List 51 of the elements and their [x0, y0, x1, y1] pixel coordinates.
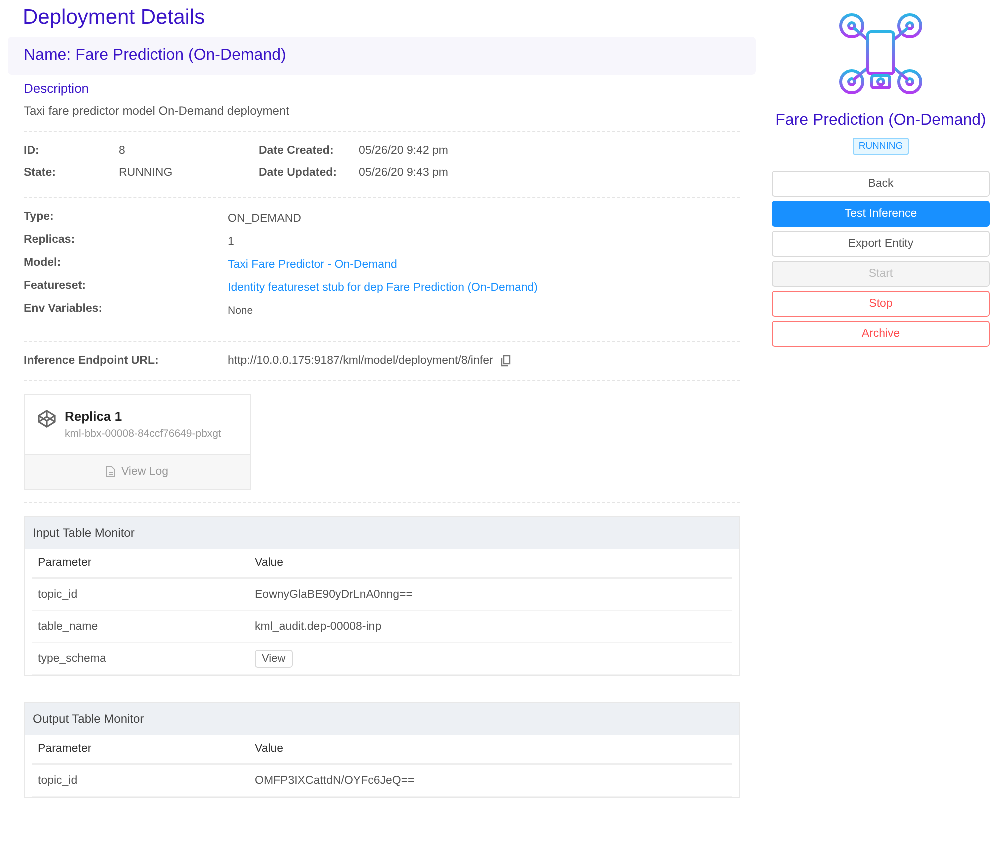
action-button[interactable]: Test Inference: [772, 201, 990, 227]
field-label: Featureset:: [24, 280, 87, 294]
action-button[interactable]: Archive: [772, 321, 990, 347]
action-button[interactable]: Export Entity: [772, 231, 990, 257]
field-label: State:: [24, 167, 57, 179]
deployment-title: Fare Prediction (On-Demand): [776, 112, 986, 130]
field-label: Model:: [24, 257, 62, 271]
replica-title: Replica 1: [65, 409, 124, 424]
column-header: Value: [249, 549, 732, 578]
endpoint-url: http://10.0.0.175:9187/kml/model/deployment/8/infer: [228, 355, 494, 367]
action-button[interactable]: Back: [772, 171, 990, 197]
page-title: Deployment Details: [22, 5, 206, 31]
monitor-title: Input Table Monitor: [25, 517, 739, 549]
field-label: Inference Endpoint URL:: [24, 355, 160, 367]
file-icon: [106, 466, 116, 478]
field-label: Replicas:: [24, 234, 76, 248]
pod-name: kml-bbx-00008-84ccf76649-pbxgt: [65, 428, 222, 440]
field-label: Date Created:: [259, 145, 335, 157]
field-value: 8: [119, 145, 126, 157]
field-label: Env Variables:: [24, 303, 104, 317]
field-value: 05/26/20 9:43 pm: [359, 167, 450, 179]
copy-icon[interactable]: [501, 355, 512, 367]
field-label: ID:: [24, 145, 40, 157]
field-value: RUNNING: [119, 167, 174, 179]
field-label: Date Updated:: [259, 167, 338, 179]
field-value: 1: [228, 236, 234, 248]
monitor-title: Output Table Monitor: [25, 703, 739, 735]
view-log-button[interactable]: View Log: [25, 454, 250, 489]
field-value: 05/26/20 9:42 pm: [359, 145, 450, 157]
cube-icon: [37, 409, 57, 429]
view-button[interactable]: View: [255, 650, 293, 668]
name-bar: Name: Fare Prediction (On-Demand): [8, 37, 756, 75]
table-cell: type_schema: [32, 642, 249, 674]
field-link[interactable]: Identity featureset stub for dep Fare Prediction (On-Demand): [228, 282, 538, 294]
description-label: Description: [24, 81, 90, 96]
table-cell: topic_id: [32, 764, 249, 796]
action-button[interactable]: Stop: [772, 291, 990, 317]
table-cell: table_name: [32, 610, 249, 642]
column-header: Parameter: [32, 735, 249, 764]
field-label: Type:: [24, 211, 55, 225]
table-cell: topic_id: [32, 578, 249, 610]
table-cell: OMFP3IXCattdN/OYFc6JeQ==: [249, 764, 732, 796]
table-cell: EownyGlaBE90yDrLnA0nng==: [249, 578, 732, 610]
field-value: None: [228, 305, 254, 317]
field-link[interactable]: Taxi Fare Predictor - On-Demand: [228, 259, 398, 271]
table-cell: kml_audit.dep-00008-inp: [249, 610, 732, 642]
field-value: ON_DEMAND: [228, 213, 302, 225]
status-badge: RUNNING: [852, 138, 910, 155]
column-header: Value: [249, 735, 732, 764]
description-text: Taxi fare predictor model On-Demand deployment: [24, 104, 290, 118]
column-header: Parameter: [32, 549, 249, 578]
